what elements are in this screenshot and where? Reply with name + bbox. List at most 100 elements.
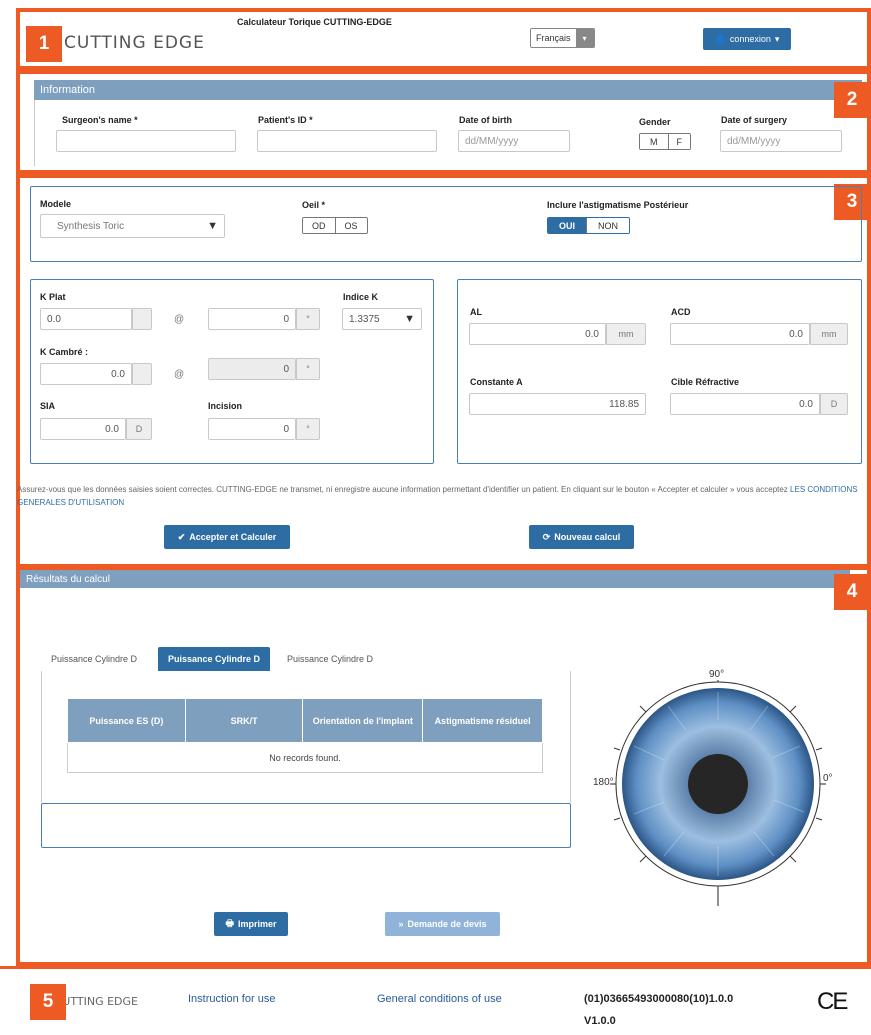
accepter-calculer-label: Accepter et Calculer [189,532,277,542]
indice-k-value: 1.3375 [349,313,380,325]
dob-input[interactable]: dd/MM/yyyy [458,130,570,152]
constante-a-label: Constante A [470,377,523,387]
results-title: Résultats du calcul [26,573,110,585]
al-unit: mm [618,329,634,339]
acd-input[interactable]: 0.0 [670,323,810,345]
gender-toggle: M F [639,133,691,150]
section-badge-4: 4 [834,574,870,610]
surgery-date-input[interactable]: dd/MM/yyyy [720,130,842,152]
al-label: AL [470,307,482,317]
indice-k-select[interactable]: 1.3375 ▼ [342,308,422,330]
connexion-label: connexion [729,34,771,44]
tab-cylindre-2[interactable]: Puissance Cylindre D [158,647,271,671]
accepter-calculer-button[interactable]: ✔ Accepter et Calculer [164,525,290,549]
empty-message: No records found. [67,742,543,773]
nouveau-calcul-button[interactable]: ⟳ Nouveau calcul [529,525,634,549]
general-conditions-link[interactable]: General conditions of use [377,993,502,1005]
modele-label: Modele [40,199,72,209]
oeil-label: Oeil * [302,200,326,210]
kplat-input[interactable]: 0.0 [40,308,132,330]
disclaimer: Assurez-vous que les données saisies soi… [17,483,865,509]
gender-label: Gender [639,117,671,127]
imprimer-button[interactable]: 🖶 Imprimer [214,912,288,936]
incision-label: Incision [208,401,243,411]
connexion-button[interactable]: 👤 connexion ▾ [703,28,791,50]
astigmatisme-non-button[interactable]: NON [586,218,630,233]
degree-addon: ° [296,308,320,330]
cible-refractive-input[interactable]: 0.0 [670,393,820,415]
user-icon: 👤 [714,33,726,44]
incision-input[interactable]: 0 [208,418,296,440]
degree-unit: ° [306,364,310,374]
check-icon: ✔ [177,531,186,542]
dob-placeholder: dd/MM/yyyy [465,135,519,147]
printer-icon: 🖶 [225,918,234,928]
column-header-astigmatisme[interactable]: Astigmatisme résiduel [422,698,543,743]
footer-logo-text: CUTTING EDGE [66,995,138,1008]
gender-m-button[interactable]: M [640,134,668,149]
demande-devis-button[interactable]: » Demande de devis [385,912,500,936]
section-badge-1: 1 [26,26,62,62]
instruction-for-use-link[interactable]: Instruction for use [188,993,275,1005]
information-header: Information [34,80,862,100]
table-row: No records found. [67,742,543,773]
surgery-date-placeholder: dd/MM/yyyy [727,135,781,147]
results-table: Puissance ES (D) SRK/T Orientation de l'… [67,698,543,773]
column-header-srkt[interactable]: SRK/T [184,698,304,743]
acd-label: ACD [671,307,691,317]
disclaimer-text: Assurez-vous que les données saisies soi… [17,485,788,494]
surgeon-name-input[interactable] [56,130,236,152]
oeil-od-button[interactable]: OD [303,218,335,233]
version-label: V1.0.0 [584,1015,616,1027]
tab-cylindre-1[interactable]: Puissance Cylindre D [51,647,137,671]
al-input[interactable]: 0.0 [469,323,606,345]
kplat-addon [132,308,152,330]
eye-diagram [610,680,826,906]
tab-cylindre-3[interactable]: Puissance Cylindre D [287,647,373,671]
kcambre-addon [132,363,152,385]
gender-f-button[interactable]: F [667,134,690,149]
app-title: Calculateur Torique CUTTING-EDGE [237,17,392,27]
sia-input[interactable]: 0.0 [40,418,126,440]
kcambre-label: K Cambré : [40,347,89,357]
astigmatisme-label: Inclure l'astigmatisme Postérieur [547,200,689,210]
sia-value: 0.0 [105,423,119,435]
kplat-axis-input[interactable]: 0 [208,308,296,330]
modele-select[interactable]: Synthesis Toric ▼ [40,214,225,238]
kcambre-axis-input[interactable]: 0 [208,358,296,380]
column-header-orientation[interactable]: Orientation de l'implant [302,698,424,743]
biometry-panel [457,279,862,464]
footer-logo: CUTTING EDGE [66,995,138,1008]
acd-unit-addon: mm [810,323,848,345]
kcambre-input[interactable]: 0.0 [40,363,132,385]
cible-unit: D [830,399,838,409]
acd-unit: mm [821,329,837,339]
language-select[interactable]: Français ▾ [530,28,595,48]
degree-addon: ° [296,418,320,440]
chevron-right-icon: » [398,919,404,929]
sia-unit: D [135,424,143,434]
cible-unit-addon: D [820,393,848,415]
dropdown-arrow-icon: ▼ [207,220,218,232]
patient-id-input[interactable] [257,130,437,152]
logo: CUTTING EDGE [64,33,205,53]
dropdown-arrow-icon: ▼ [404,313,415,325]
indice-k-label: Indice K [343,292,379,302]
chevron-down-icon: ▾ [774,33,780,44]
oeil-os-button[interactable]: OS [334,218,367,233]
cible-refractive-label: Cible Réfractive [671,377,740,387]
pupil [688,754,748,814]
column-header-puissance[interactable]: Puissance ES (D) [67,698,186,743]
astigmatisme-oui-button[interactable]: OUI [548,218,587,233]
chevron-down-icon[interactable]: ▾ [575,29,594,47]
udi-code: (01)03665493000080(10)1.0.0 [584,993,734,1005]
oeil-toggle: OD OS [302,217,368,234]
section-badge-2: 2 [834,82,870,118]
information-title: Information [40,84,96,96]
results-textarea[interactable] [41,803,571,848]
section-badge-5: 5 [30,984,66,1020]
surgeon-label: Surgeon's name * [62,115,138,125]
surgery-date-label: Date of surgery [721,115,788,125]
constante-a-input[interactable]: 118.85 [469,393,646,415]
angle-top-label: 90° [709,669,725,680]
